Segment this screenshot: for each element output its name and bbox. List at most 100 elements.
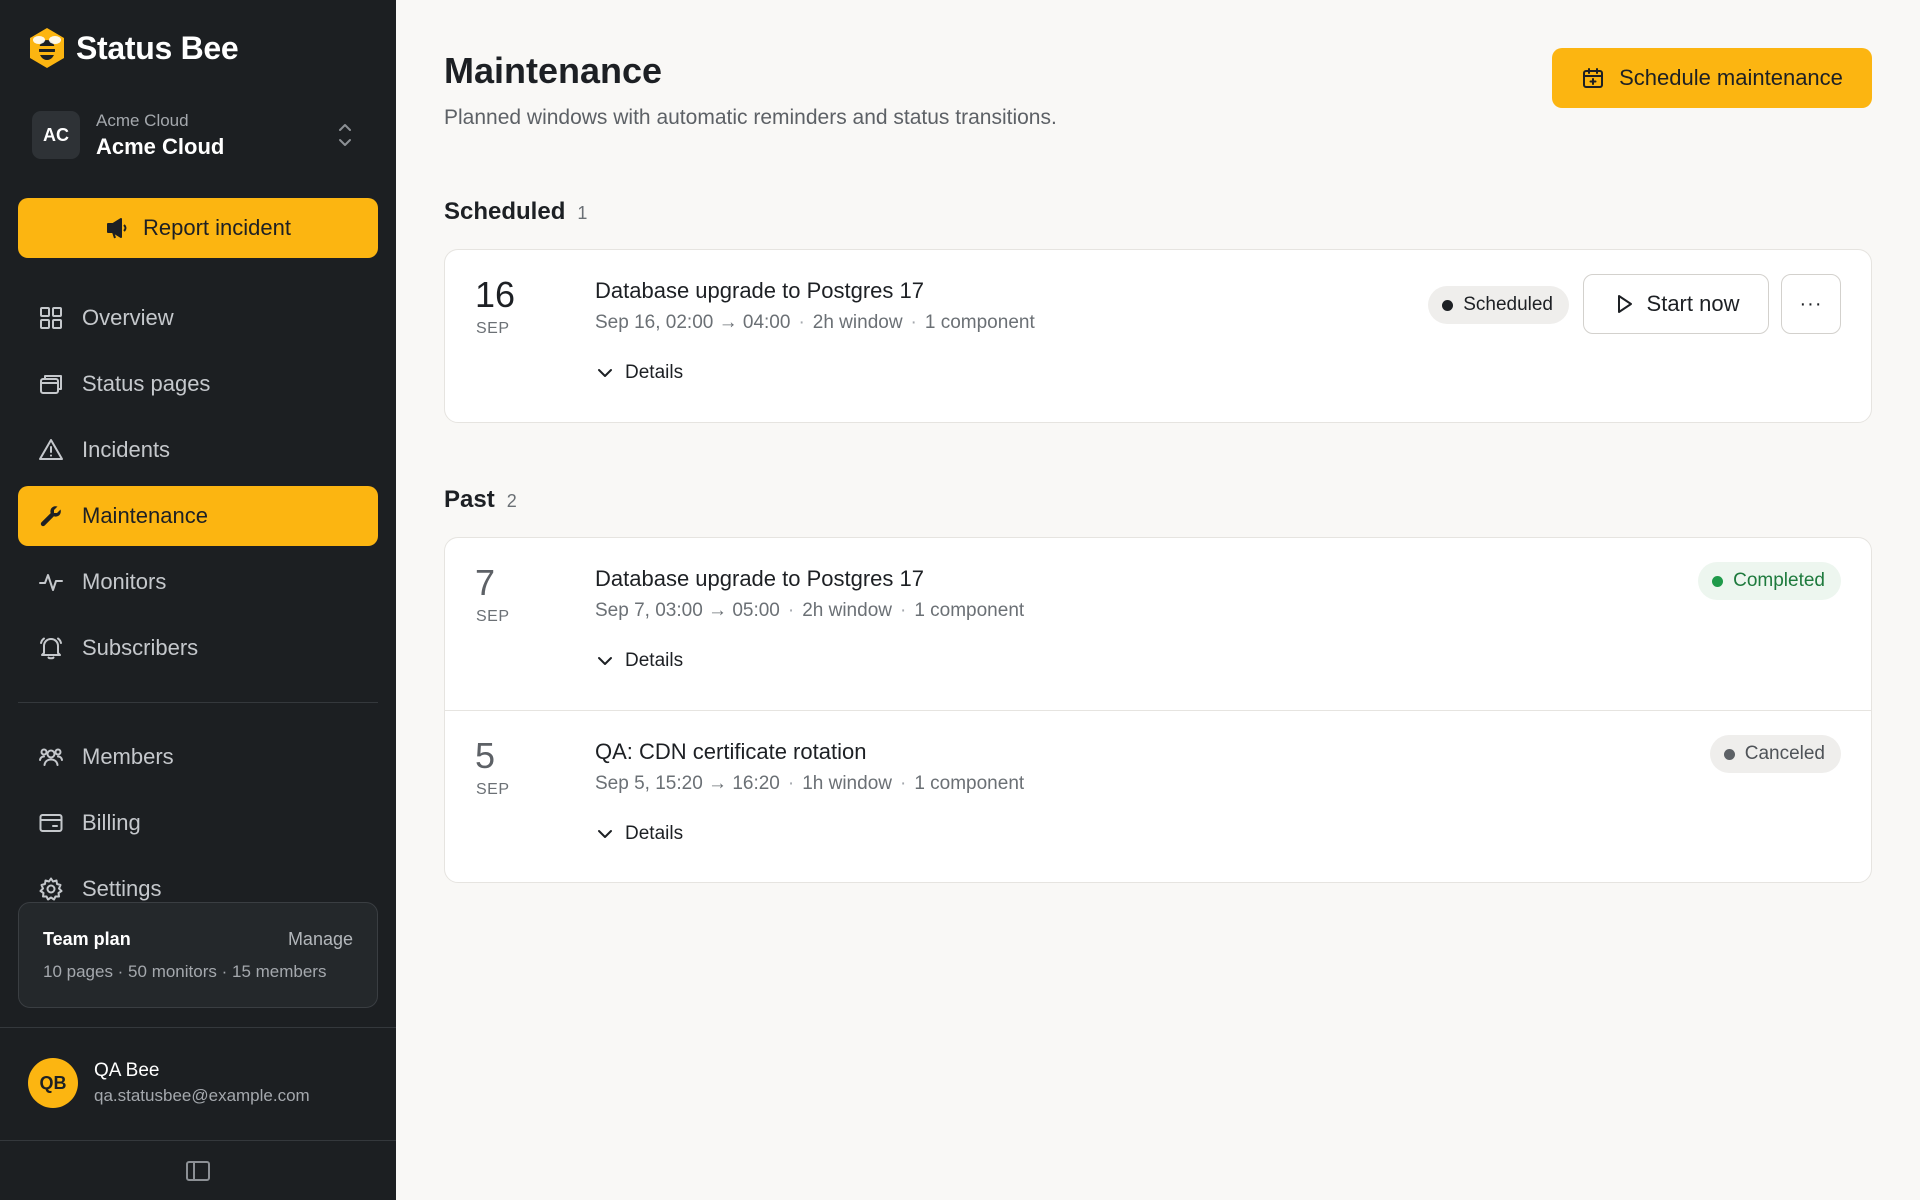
nav-label-overview: Overview bbox=[82, 305, 174, 330]
chevron-up-down-icon bbox=[339, 124, 351, 146]
maintenance-components: 1 component bbox=[914, 773, 1025, 794]
status-label: Completed bbox=[1733, 570, 1825, 591]
status-badge: Canceled bbox=[1709, 735, 1841, 773]
maintenance-components: 1 component bbox=[924, 312, 1035, 333]
section-header-past: Past 2 bbox=[444, 486, 517, 514]
sidebar-toggle-icon[interactable] bbox=[184, 1158, 212, 1184]
nav-label-subscribers: Subscribers bbox=[82, 635, 199, 660]
gear-icon bbox=[39, 877, 63, 901]
maintenance-row[interactable]: 16 SEP Database upgrade to Postgres 17 S… bbox=[445, 250, 1871, 422]
plan-card: Team plan Manage 10 pages · 50 monitors … bbox=[18, 902, 378, 1008]
status-dot bbox=[1442, 299, 1454, 311]
past-list: 7 SEP Database upgrade to Postgres 17 Se… bbox=[444, 537, 1872, 883]
maintenance-title[interactable]: QA: CDN certificate rotation bbox=[595, 739, 866, 765]
brand-logo[interactable]: Status Bee bbox=[28, 26, 239, 70]
page-subtitle: Planned windows with automatic reminders… bbox=[444, 106, 1057, 129]
maintenance-meta: Sep 7, 03:00 → 05:00 · 2h window · 1 compone… bbox=[595, 600, 1025, 621]
sidebar-separator-bottom bbox=[0, 1140, 396, 1141]
bell-icon bbox=[40, 637, 62, 660]
user-name: QA Bee bbox=[94, 1060, 160, 1081]
scheduled-list: 16 SEP Database upgrade to Postgres 17 S… bbox=[444, 249, 1872, 423]
activity-pulse-icon bbox=[39, 574, 63, 591]
chevron-down-icon bbox=[598, 369, 612, 377]
nav-item-incidents[interactable]: Incidents bbox=[18, 420, 378, 480]
section-title-scheduled: Scheduled bbox=[444, 198, 566, 225]
maintenance-title[interactable]: Database upgrade to Postgres 17 bbox=[595, 278, 924, 304]
maintenance-window: 1h window bbox=[802, 773, 892, 794]
maintenance-meta: Sep 5, 15:20 → 16:20 · 1h window · 1 compone… bbox=[595, 773, 1025, 794]
maintenance-time: Sep 7, 03:00 → 05:00 bbox=[595, 600, 780, 621]
section-count-past: 2 bbox=[506, 491, 517, 511]
users-icon bbox=[39, 748, 63, 766]
nav-item-billing[interactable]: Billing bbox=[18, 793, 378, 853]
details-label: Details bbox=[625, 650, 684, 671]
sidebar: Status Bee AC Acme Cloud Acme Cloud Repo… bbox=[0, 0, 396, 1200]
nav-item-maintenance[interactable]: Maintenance bbox=[18, 486, 378, 546]
chevron-down-icon bbox=[598, 657, 612, 665]
manage-plan-link[interactable]: Manage bbox=[288, 929, 353, 950]
details-toggle[interactable]: Details bbox=[595, 823, 683, 845]
grid-icon bbox=[40, 307, 62, 329]
nav-label-billing: Billing bbox=[82, 810, 141, 835]
maintenance-meta: Sep 16, 02:00 → 04:00 · 2h window · 1 compon… bbox=[595, 312, 1035, 333]
nav-item-status-pages[interactable]: Status pages bbox=[18, 354, 378, 414]
maintenance-row[interactable]: 5 SEP QA: CDN certificate rotation Sep 5… bbox=[445, 710, 1871, 882]
sidebar-separator bbox=[0, 1027, 396, 1028]
nav-label-members: Members bbox=[82, 744, 174, 769]
org-name: Acme Cloud bbox=[96, 133, 225, 159]
credit-card-icon bbox=[39, 814, 63, 832]
plan-title: Team plan bbox=[43, 929, 131, 949]
nav-divider bbox=[18, 702, 378, 703]
calendar-plus-icon bbox=[1583, 68, 1604, 88]
nav-label-status-pages: Status pages bbox=[82, 371, 211, 396]
status-dot bbox=[1723, 748, 1735, 760]
report-incident-label: Report incident bbox=[143, 215, 291, 240]
org-avatar: AC bbox=[32, 111, 80, 159]
schedule-maintenance-button[interactable]: Schedule maintenance bbox=[1552, 48, 1872, 108]
warning-triangle-icon bbox=[39, 439, 63, 460]
maintenance-components: 1 component bbox=[914, 600, 1025, 621]
status-label: Canceled bbox=[1744, 743, 1825, 764]
megaphone-icon bbox=[107, 218, 127, 239]
schedule-maintenance-label: Schedule maintenance bbox=[1619, 65, 1843, 90]
maintenance-window: 2h window bbox=[812, 312, 903, 333]
plan-details: 10 pages · 50 monitors · 15 members bbox=[43, 962, 327, 981]
section-title-past: Past bbox=[444, 486, 495, 513]
report-incident-button[interactable]: Report incident bbox=[18, 198, 378, 258]
date-month: SEP bbox=[476, 781, 510, 798]
org-subtitle: Acme Cloud bbox=[96, 110, 189, 130]
maintenance-title[interactable]: Database upgrade to Postgres 17 bbox=[595, 566, 924, 592]
section-count-scheduled: 1 bbox=[577, 203, 588, 223]
nav-item-overview[interactable]: Overview bbox=[18, 288, 378, 348]
maintenance-time: Sep 5, 15:20 → 16:20 bbox=[595, 773, 780, 794]
user-email: qa.statusbee@example.com bbox=[94, 1086, 310, 1105]
details-toggle[interactable]: Details bbox=[595, 650, 683, 672]
wrench-icon bbox=[40, 506, 61, 527]
start-now-label: Start now bbox=[1646, 291, 1740, 316]
main-content: Maintenance Planned windows with automat… bbox=[396, 0, 1920, 1200]
start-now-button[interactable]: Start now bbox=[1583, 274, 1769, 334]
nav-item-monitors[interactable]: Monitors bbox=[18, 552, 378, 612]
status-badge: Completed bbox=[1698, 562, 1841, 600]
date-month: SEP bbox=[476, 320, 510, 337]
section-header-scheduled: Scheduled 1 bbox=[444, 198, 587, 226]
nav-label-monitors: Monitors bbox=[82, 569, 167, 594]
maintenance-time: Sep 16, 02:00 → 04:00 bbox=[595, 312, 791, 333]
date-month: SEP bbox=[476, 608, 510, 625]
status-label: Scheduled bbox=[1463, 294, 1553, 315]
user-profile[interactable]: QB QA Bee qa.statusbee@example.com bbox=[28, 1058, 310, 1108]
pages-icon bbox=[40, 375, 62, 394]
status-badge: Scheduled bbox=[1428, 286, 1569, 324]
date-day: 7 bbox=[475, 562, 496, 603]
org-switcher[interactable]: AC Acme Cloud Acme Cloud bbox=[18, 96, 376, 174]
bee-logo-icon bbox=[30, 28, 64, 68]
date-day: 5 bbox=[475, 735, 496, 776]
avatar: QB bbox=[28, 1058, 78, 1108]
more-options-button[interactable]: ··· bbox=[1781, 274, 1841, 334]
nav-item-subscribers[interactable]: Subscribers bbox=[18, 618, 378, 678]
details-toggle[interactable]: Details bbox=[595, 362, 683, 384]
page-title: Maintenance bbox=[444, 50, 663, 91]
nav-item-members[interactable]: Members bbox=[18, 727, 378, 787]
nav-label-settings: Settings bbox=[82, 876, 162, 901]
maintenance-row[interactable]: 7 SEP Database upgrade to Postgres 17 Se… bbox=[445, 538, 1871, 710]
